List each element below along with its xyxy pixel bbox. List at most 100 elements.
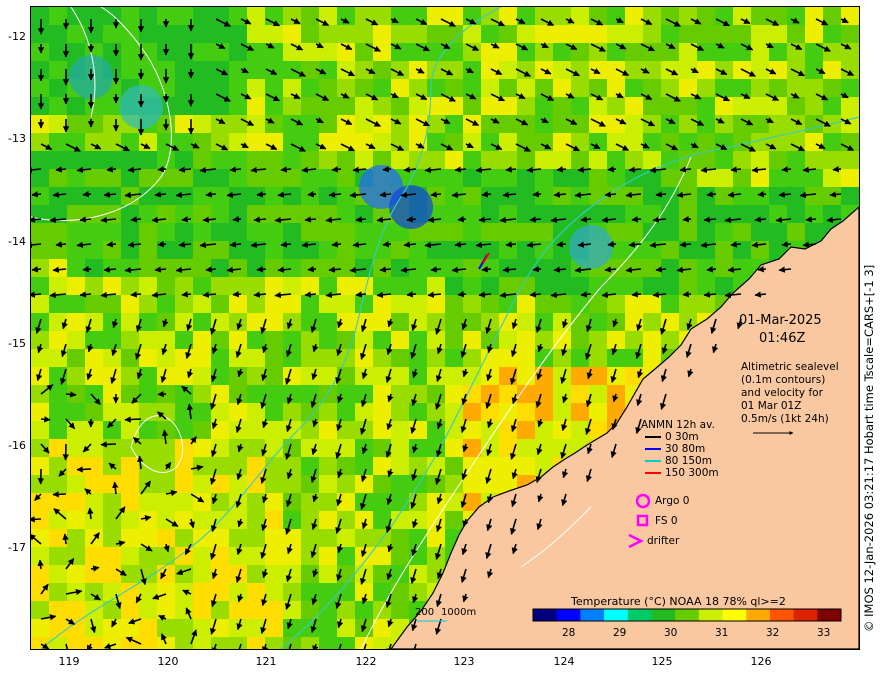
sst-cell <box>625 115 643 133</box>
sst-cell <box>49 439 67 457</box>
sst-cell <box>157 547 175 565</box>
sst-cell <box>373 43 391 61</box>
sst-cell <box>823 79 841 97</box>
sst-cell <box>499 187 517 205</box>
sst-cell <box>607 115 625 133</box>
sst-cell <box>427 493 445 511</box>
sst-cell <box>193 547 211 565</box>
sst-cell <box>643 331 661 349</box>
sst-cell <box>787 79 805 97</box>
sst-cell <box>679 187 697 205</box>
sst-cell <box>661 115 679 133</box>
sst-cell <box>193 151 211 169</box>
velocity-arrow <box>655 266 667 273</box>
velocity-arrow <box>55 241 67 248</box>
sst-cell <box>67 601 85 619</box>
sst-cell <box>175 133 193 151</box>
sst-cell <box>427 43 445 61</box>
sst-cell <box>355 277 373 295</box>
colorbar-tick-29: 29 <box>613 627 627 639</box>
sst-cell <box>733 169 751 187</box>
sst-cell <box>85 403 103 421</box>
sst-cell <box>625 223 643 241</box>
sst-cell <box>787 205 805 223</box>
sst-cell <box>607 313 625 331</box>
sst-cell <box>85 295 103 313</box>
sst-cell <box>463 169 481 187</box>
sst-cell <box>445 241 463 259</box>
sst-cell <box>283 115 301 133</box>
velocity-arrow <box>754 216 767 223</box>
sst-cell <box>283 313 301 331</box>
bathy-label-200: 200 <box>415 607 435 618</box>
sst-cell <box>283 403 301 421</box>
velocity-arrow <box>730 241 742 248</box>
sst-cell <box>517 79 535 97</box>
colorbar-swatch <box>817 609 842 621</box>
sst-cell <box>49 97 67 115</box>
sst-cell <box>373 421 391 439</box>
sst-cell <box>229 187 247 205</box>
sst-cell <box>211 25 229 43</box>
sst-cell <box>265 493 283 511</box>
sst-cell <box>31 439 49 457</box>
sst-cell <box>85 421 103 439</box>
sst-cell <box>481 97 499 115</box>
drifter-label: drifter <box>647 535 680 547</box>
sst-cell <box>607 25 625 43</box>
sst-cell <box>841 7 859 25</box>
velocity-arrow <box>232 291 242 298</box>
sst-cell <box>247 43 265 61</box>
anmn-legend-item-1: 30 80m <box>665 443 706 455</box>
sst-cell <box>427 7 445 25</box>
sst-cell <box>319 25 337 43</box>
sst-cell <box>679 7 697 25</box>
sst-cell <box>517 295 535 313</box>
sst-cell <box>499 151 517 169</box>
sst-cell <box>697 25 715 43</box>
sst-cell <box>625 259 643 277</box>
sst-cell <box>103 475 121 493</box>
sst-cell <box>319 493 337 511</box>
sst-cell <box>229 133 247 151</box>
sst-cell <box>121 547 139 565</box>
velocity-arrow <box>106 241 117 248</box>
sst-cell <box>589 313 607 331</box>
sst-cell <box>697 61 715 79</box>
sst-cell <box>391 97 409 115</box>
sst-cell <box>265 313 283 331</box>
sst-cell <box>445 367 463 385</box>
sst-cell <box>193 277 211 295</box>
sst-cell <box>805 97 823 115</box>
sst-cell <box>445 439 463 457</box>
sst-cell <box>625 133 643 151</box>
velocity-arrow <box>31 266 42 273</box>
sst-cell <box>49 457 67 475</box>
sst-cell <box>517 313 535 331</box>
sst-cell <box>85 349 103 367</box>
sst-cell <box>571 187 589 205</box>
sst-cell <box>607 277 625 295</box>
velocity-arrow <box>379 191 392 198</box>
velocity-arrow <box>382 166 392 173</box>
sst-cell <box>463 439 481 457</box>
sst-cell <box>67 187 85 205</box>
sst-cell <box>31 223 49 241</box>
sst-cell <box>211 259 229 277</box>
sst-cell <box>355 79 373 97</box>
fs-label: FS 0 <box>655 515 678 527</box>
sst-cell <box>463 25 481 43</box>
sst-cell <box>607 151 625 169</box>
sst-cell <box>481 61 499 79</box>
sst-map-canvas <box>31 7 859 649</box>
sst-cell <box>823 187 841 205</box>
velocity-arrow <box>31 516 42 523</box>
sst-cell <box>355 223 373 241</box>
sst-cell <box>391 277 409 295</box>
sst-cell <box>445 61 463 79</box>
velocity-arrow <box>580 291 592 298</box>
sst-cell <box>679 205 697 223</box>
sst-cell <box>571 79 589 97</box>
sst-cell <box>589 385 607 403</box>
sst-cell <box>193 295 211 313</box>
